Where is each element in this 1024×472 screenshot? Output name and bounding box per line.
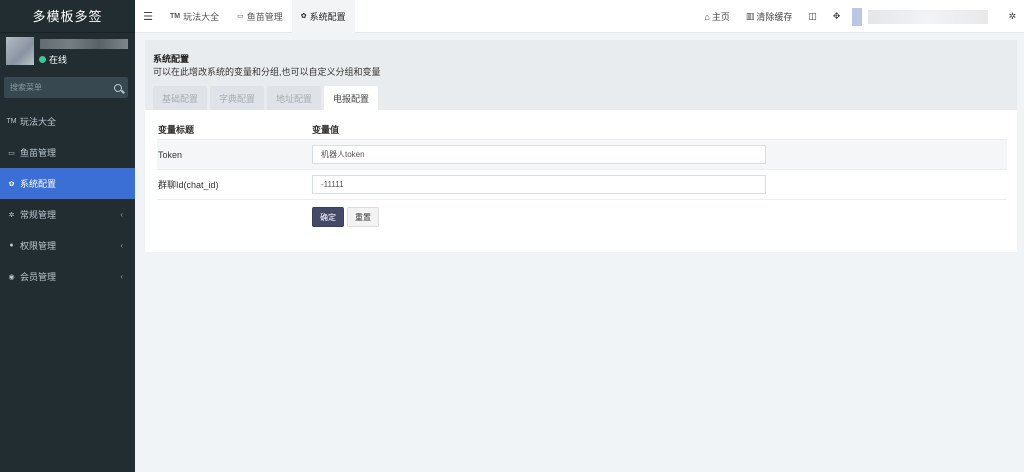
app-brand[interactable]: 多模板多签	[0, 0, 135, 33]
trash-icon: ▥	[745, 11, 755, 21]
sidebar-search	[4, 77, 128, 98]
table-row: Token	[157, 140, 1007, 170]
tab-yumiao[interactable]: ▭ 鱼苗管理	[228, 0, 292, 33]
row-value-cell	[312, 145, 1007, 164]
sidebar-item-yumiao[interactable]: ▭ 鱼苗管理	[0, 137, 135, 168]
user-circle-icon: ◉	[8, 273, 15, 281]
row-label: 群聊Id(chat_id)	[158, 180, 219, 190]
config-form-table: 变量标题 变量值 Token 群聊Id(chat_id)	[157, 120, 1007, 200]
tm-icon: TM	[170, 12, 181, 20]
fullscreen-icon[interactable]: ✥	[825, 11, 849, 22]
table-row: 群聊Id(chat_id)	[157, 170, 1007, 200]
status-label: 在线	[49, 55, 68, 65]
sidebar-item-wanfa[interactable]: TM 玩法大全	[0, 106, 135, 137]
gear-icon: ✿	[300, 13, 307, 20]
sidebar-item-label: 玩法大全	[20, 117, 57, 127]
tm-icon: TM	[6, 118, 17, 125]
chevron-left-icon: ‹	[120, 241, 123, 250]
tab-label: 系统配置	[309, 11, 346, 22]
subtab-address[interactable]: 地址配置	[267, 86, 322, 110]
tab-system-config[interactable]: ✿ 系统配置	[291, 0, 355, 33]
subtab-dictionary[interactable]: 字典配置	[210, 86, 265, 110]
users-icon: ●	[9, 242, 14, 249]
home-icon: ⌂	[704, 11, 710, 22]
panel-header: 系统配置 可以在此增改系统的变量和分组,也可以自定义分组和变量 基础配置 字典配…	[145, 40, 1017, 110]
clear-cache-button[interactable]: ▥ 清除缓存	[738, 10, 801, 23]
col-title-header: 变量标题	[158, 125, 195, 135]
menu-toggle-icon[interactable]: ☰	[135, 10, 161, 23]
row-value-cell	[312, 175, 1007, 194]
gamepad-icon: ▭	[237, 13, 244, 20]
config-subtabs: 基础配置 字典配置 地址配置 电报配置	[153, 86, 379, 110]
home-label: 主页	[711, 12, 730, 22]
search-icon[interactable]	[114, 83, 122, 92]
language-icon[interactable]: ◫	[800, 11, 825, 22]
sidebar-item-label: 常规管理	[20, 210, 57, 220]
table-header: 变量标题 变量值	[157, 120, 1007, 140]
sidebar: 多模板多签 在线 TM 玩法大全 ▭ 鱼苗管理 ✿ 系统配置 ✲ 常规管理 ‹	[0, 0, 135, 472]
gear-icon: ✿	[8, 180, 15, 188]
panel-title: 系统配置	[153, 54, 190, 64]
top-navbar: ☰ TM 玩法大全 ▭ 鱼苗管理 ✿ 系统配置 ⌂ 主页 ▥ 清除缓存 ◫ ✥ …	[135, 0, 1024, 33]
chevron-left-icon: ‹	[120, 272, 123, 281]
token-input[interactable]	[312, 145, 766, 164]
sidebar-item-members[interactable]: ◉ 会员管理 ‹	[0, 261, 135, 292]
subtab-telegram[interactable]: 电报配置	[324, 86, 379, 110]
reset-button[interactable]: 重置	[347, 207, 379, 227]
config-panel: 系统配置 可以在此增改系统的变量和分组,也可以自定义分组和变量 基础配置 字典配…	[145, 40, 1017, 252]
sidebar-item-label: 系统配置	[20, 179, 57, 189]
chevron-left-icon: ‹	[120, 210, 123, 219]
tab-wanfa[interactable]: TM 玩法大全	[161, 0, 228, 33]
top-user-avatar[interactable]	[852, 7, 863, 26]
sidebar-menu: TM 玩法大全 ▭ 鱼苗管理 ✿ 系统配置 ✲ 常规管理 ‹ ● 权限管理 ‹ …	[0, 106, 135, 292]
panel-description: 可以在此增改系统的变量和分组,也可以自定义分组和变量	[153, 67, 381, 77]
chat-id-input[interactable]	[312, 175, 766, 194]
gamepad-icon: ▭	[8, 149, 15, 157]
home-link[interactable]: ⌂ 主页	[696, 10, 737, 23]
subtab-basic[interactable]: 基础配置	[153, 86, 208, 110]
clear-cache-label: 清除缓存	[756, 12, 793, 22]
user-panel: 在线	[0, 33, 135, 75]
form-actions: 确定 重置	[312, 207, 379, 227]
top-user-name-redacted[interactable]	[868, 9, 989, 24]
menu-search-input[interactable]	[10, 83, 110, 92]
user-name-redacted	[40, 39, 128, 49]
col-value-header: 变量值	[312, 125, 340, 135]
cogs-icon: ✲	[8, 211, 15, 219]
online-dot-icon	[39, 56, 46, 63]
settings-cogs-icon[interactable]: ✲	[1000, 11, 1024, 22]
confirm-button[interactable]: 确定	[312, 207, 344, 227]
tab-label: 鱼苗管理	[246, 11, 283, 22]
sidebar-item-permissions[interactable]: ● 权限管理 ‹	[0, 230, 135, 261]
tab-label: 玩法大全	[183, 11, 220, 22]
user-status: 在线	[39, 53, 67, 66]
sidebar-item-label: 会员管理	[20, 272, 57, 282]
sidebar-item-label: 权限管理	[20, 241, 57, 251]
top-right-actions: ⌂ 主页 ▥ 清除缓存 ◫ ✥ ✲	[696, 0, 1024, 33]
sidebar-item-label: 鱼苗管理	[20, 148, 57, 158]
sidebar-item-general[interactable]: ✲ 常规管理 ‹	[0, 199, 135, 230]
user-avatar	[6, 37, 34, 65]
sidebar-item-system-config[interactable]: ✿ 系统配置	[0, 168, 135, 199]
row-label: Token	[158, 149, 183, 160]
